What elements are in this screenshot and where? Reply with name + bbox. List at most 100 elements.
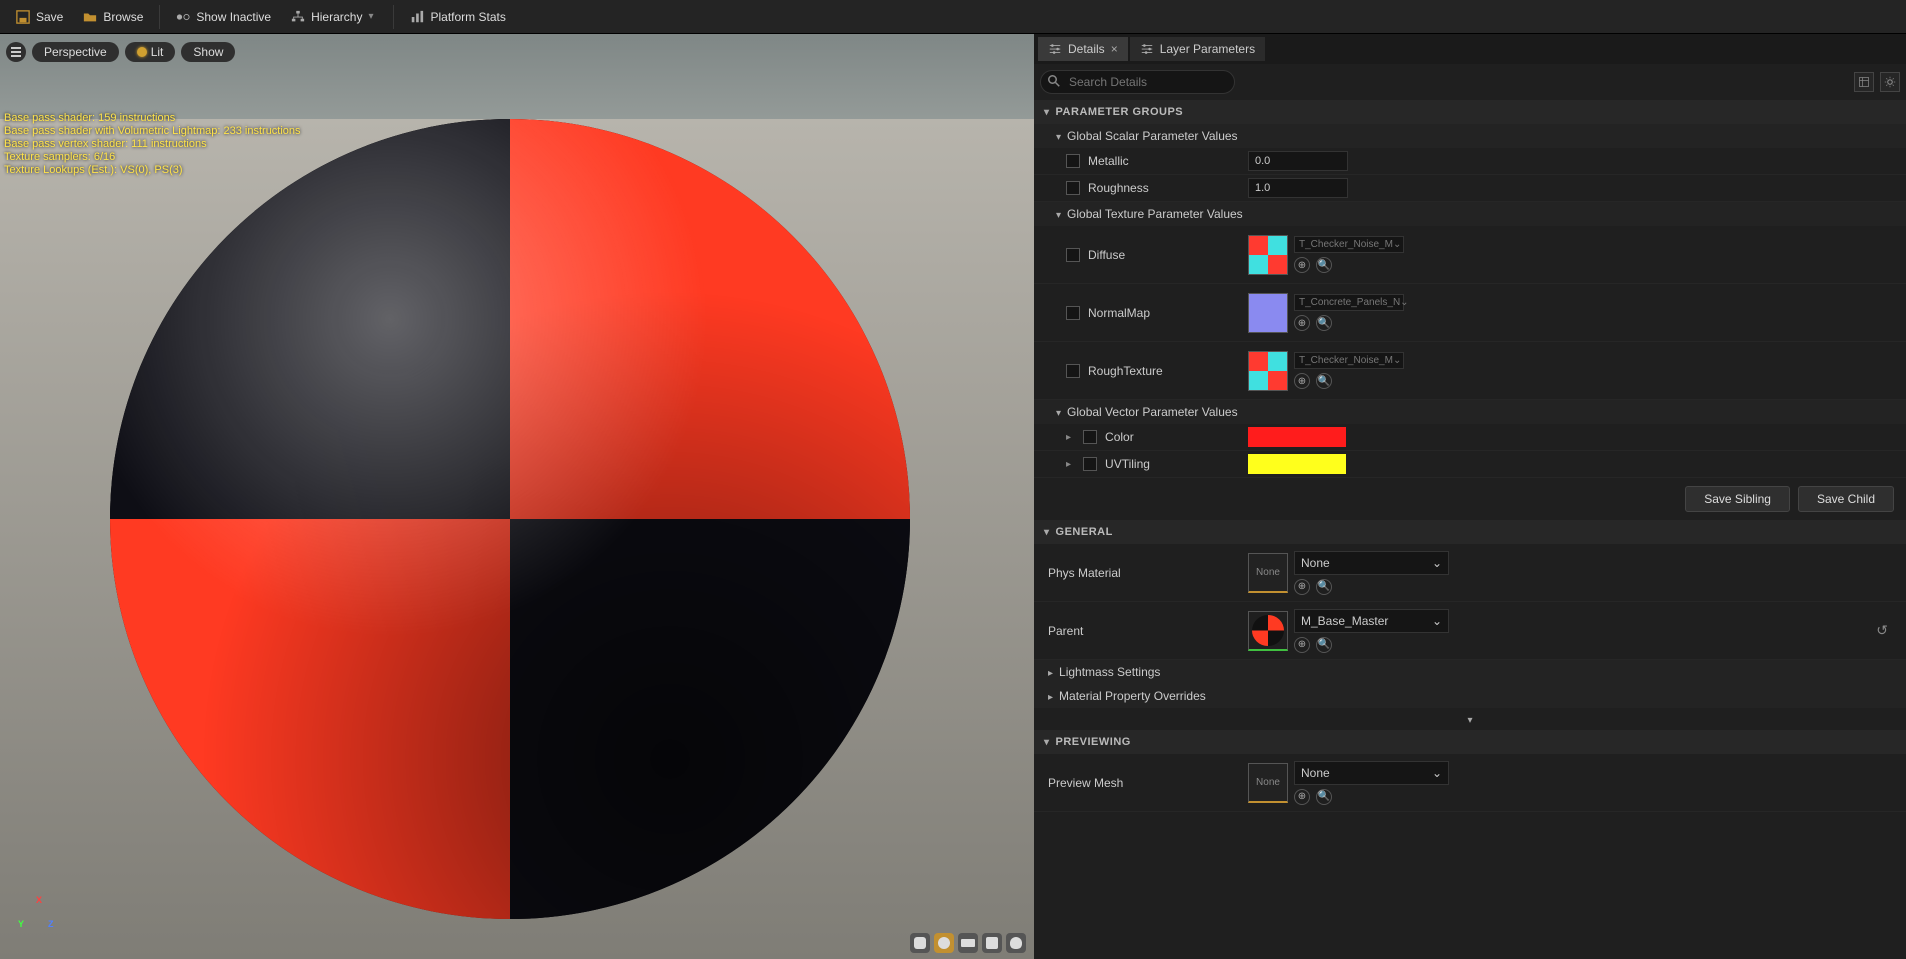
color-swatch[interactable] — [1248, 454, 1346, 474]
tab-layer-parameters[interactable]: Layer Parameters — [1130, 37, 1265, 61]
texture-thumb[interactable] — [1248, 235, 1288, 275]
prop-label: Material Property Overrides — [1059, 689, 1206, 703]
group-texture[interactable]: Global Texture Parameter Values — [1034, 202, 1906, 226]
prop-lightmass[interactable]: Lightmass Settings — [1034, 660, 1906, 684]
param-metallic: Metallic — [1034, 148, 1906, 175]
enable-checkbox[interactable] — [1083, 430, 1097, 444]
viewport-stats: Base pass shader: 159 instructions Base … — [4, 112, 301, 177]
enable-checkbox[interactable] — [1066, 364, 1080, 378]
prop-label: Lightmass Settings — [1059, 665, 1160, 679]
browse-asset-button[interactable]: 🔍 — [1316, 637, 1332, 653]
show-inactive-label: Show Inactive — [196, 10, 271, 24]
param-uvtiling: ▸ UVTiling — [1034, 451, 1906, 478]
browse-asset-button[interactable]: 🔍 — [1316, 579, 1332, 595]
use-button[interactable]: ⊕ — [1294, 579, 1310, 595]
close-icon[interactable]: × — [1111, 42, 1118, 56]
enable-checkbox[interactable] — [1066, 306, 1080, 320]
caret-icon — [1056, 207, 1061, 221]
prop-overrides[interactable]: Material Property Overrides — [1034, 684, 1906, 708]
show-inactive-button[interactable]: Show Inactive — [166, 6, 281, 28]
phys-dropdown[interactable]: None⌄ — [1294, 551, 1449, 575]
show-dropdown[interactable]: Show — [181, 42, 235, 62]
metallic-input[interactable] — [1248, 151, 1348, 171]
param-roughtexture: RoughTexture T_Checker_Noise_M⌄ ⊕ 🔍 — [1034, 342, 1906, 400]
collapse-advanced[interactable] — [1034, 708, 1906, 730]
revert-button[interactable]: ↺ — [1876, 622, 1898, 639]
chevron-down-icon: ⌄ — [1400, 297, 1408, 308]
asset-dropdown[interactable]: T_Concrete_Panels_N⌄ — [1294, 294, 1404, 311]
texture-thumb[interactable] — [1248, 351, 1288, 391]
prop-label: Preview Mesh — [1048, 776, 1123, 790]
use-button[interactable]: ⊕ — [1294, 257, 1310, 273]
browse-button[interactable]: Browse — [73, 6, 153, 28]
enable-checkbox[interactable] — [1083, 457, 1097, 471]
prop-parent: Parent M_Base_Master⌄ ⊕ 🔍 ↺ — [1034, 602, 1906, 660]
enable-checkbox[interactable] — [1066, 248, 1080, 262]
sun-icon — [137, 47, 147, 57]
save-button[interactable]: Save — [6, 6, 73, 28]
browse-asset-button[interactable]: 🔍 — [1316, 373, 1332, 389]
section-parameter-groups[interactable]: PARAMETER GROUPS — [1034, 100, 1906, 124]
top-toolbar: Save Browse Show Inactive Hierarchy ▾ Pl… — [0, 0, 1906, 34]
toolbar-sep2 — [393, 5, 394, 29]
shape-plane-button[interactable] — [958, 933, 978, 953]
param-color: ▸ Color — [1034, 424, 1906, 451]
parent-thumb[interactable] — [1248, 611, 1288, 651]
save-child-button[interactable]: Save Child — [1798, 486, 1894, 512]
param-label: RoughTexture — [1088, 364, 1163, 378]
perspective-dropdown[interactable]: Perspective — [32, 42, 119, 62]
group-scalar[interactable]: Global Scalar Parameter Values — [1034, 124, 1906, 148]
section-label: PREVIEWING — [1056, 736, 1131, 748]
color-swatch[interactable] — [1248, 427, 1346, 447]
caret-icon — [1044, 736, 1050, 748]
browse-asset-button[interactable]: 🔍 — [1316, 315, 1332, 331]
mesh-dropdown[interactable]: None⌄ — [1294, 761, 1449, 785]
mesh-thumb[interactable]: None — [1248, 763, 1288, 803]
save-sibling-button[interactable]: Save Sibling — [1685, 486, 1790, 512]
use-button[interactable]: ⊕ — [1294, 315, 1310, 331]
shape-sphere-button[interactable] — [934, 933, 954, 953]
use-button[interactable]: ⊕ — [1294, 637, 1310, 653]
hierarchy-caret-icon: ▾ — [368, 11, 373, 22]
asset-name: T_Concrete_Panels_N — [1299, 297, 1400, 308]
hierarchy-button[interactable]: Hierarchy ▾ — [281, 6, 387, 28]
roughness-input[interactable] — [1248, 178, 1348, 198]
param-label: Metallic — [1088, 154, 1129, 168]
sliders-icon — [1140, 42, 1154, 56]
expand-caret-icon[interactable]: ▸ — [1066, 432, 1071, 443]
viewport-menu-button[interactable] — [6, 42, 26, 62]
group-label: Global Vector Parameter Values — [1067, 405, 1238, 419]
section-general[interactable]: GENERAL — [1034, 520, 1906, 544]
param-label: NormalMap — [1088, 306, 1150, 320]
prop-phys-material: Phys Material None None⌄ ⊕ 🔍 — [1034, 544, 1906, 602]
group-vector[interactable]: Global Vector Parameter Values — [1034, 400, 1906, 424]
asset-dropdown[interactable]: T_Checker_Noise_M⌄ — [1294, 236, 1404, 253]
platform-stats-button[interactable]: Platform Stats — [400, 6, 515, 28]
phys-thumb[interactable]: None — [1248, 553, 1288, 593]
texture-thumb[interactable] — [1248, 293, 1288, 333]
expand-caret-icon[interactable]: ▸ — [1066, 459, 1071, 470]
use-button[interactable]: ⊕ — [1294, 373, 1310, 389]
settings-button[interactable] — [1880, 72, 1900, 92]
stat-line: Texture Lookups (Est.): VS(0), PS(3) — [4, 164, 301, 177]
enable-checkbox[interactable] — [1066, 154, 1080, 168]
lit-dropdown[interactable]: Lit — [125, 42, 176, 62]
use-button[interactable]: ⊕ — [1294, 789, 1310, 805]
shape-cylinder-button[interactable] — [910, 933, 930, 953]
enable-checkbox[interactable] — [1066, 181, 1080, 195]
search-icon — [1048, 75, 1060, 87]
viewport[interactable]: Perspective Lit Show Base pass shader: 1… — [0, 34, 1034, 959]
filter-button[interactable] — [1854, 72, 1874, 92]
section-previewing[interactable]: PREVIEWING — [1034, 730, 1906, 754]
shape-cube-button[interactable] — [982, 933, 1002, 953]
caret-icon — [1044, 106, 1050, 118]
asset-dropdown[interactable]: T_Checker_Noise_M⌄ — [1294, 352, 1404, 369]
tab-details[interactable]: Details × — [1038, 37, 1128, 61]
parent-dropdown[interactable]: M_Base_Master⌄ — [1294, 609, 1449, 633]
browse-asset-button[interactable]: 🔍 — [1316, 789, 1332, 805]
hierarchy-label: Hierarchy — [311, 10, 362, 24]
shape-custom-button[interactable] — [1006, 933, 1026, 953]
axis-z-icon: Z — [48, 919, 54, 929]
search-input[interactable] — [1040, 70, 1235, 94]
browse-asset-button[interactable]: 🔍 — [1316, 257, 1332, 273]
